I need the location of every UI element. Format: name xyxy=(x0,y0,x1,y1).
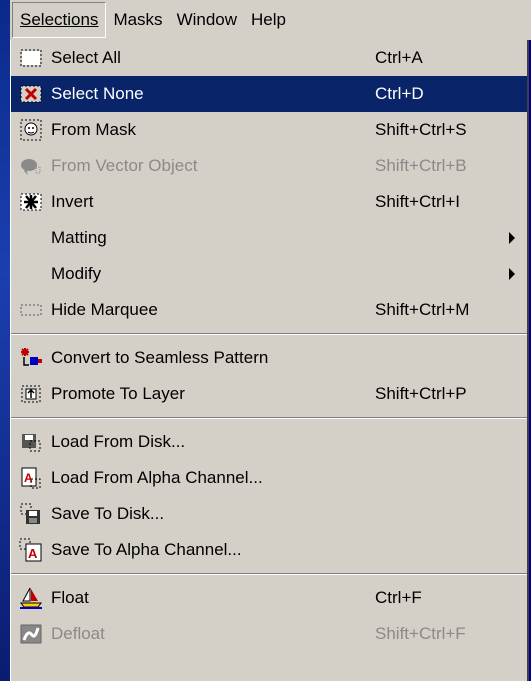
save-to-disk-icon xyxy=(11,496,51,532)
menu-item-label: Convert to Seamless Pattern xyxy=(51,348,269,367)
menu-item-hide-marquee[interactable]: Hide Marquee Shift+Ctrl+M xyxy=(11,292,527,328)
menu-item-label: Load From Disk... xyxy=(51,432,186,451)
menu-item-label: From Mask xyxy=(51,120,136,139)
menu-item-invert[interactable]: Invert Shift+Ctrl+I xyxy=(11,184,527,220)
menu-selections-label: Selections xyxy=(20,10,99,29)
menu-item-matting[interactable]: Matting xyxy=(11,220,527,256)
select-none-icon xyxy=(11,76,51,112)
menu-item-label: Select All xyxy=(51,48,121,67)
menu-item-label: Select None xyxy=(51,84,144,103)
float-icon xyxy=(11,580,51,616)
menu-window[interactable]: Window xyxy=(170,2,244,38)
menu-window-label: Window xyxy=(176,10,238,29)
menu-item-label: Defloat xyxy=(51,624,105,643)
from-vector-object-icon xyxy=(11,148,51,184)
menu-masks[interactable]: Masks xyxy=(106,2,169,38)
menu-item-label: Promote To Layer xyxy=(51,384,185,403)
menu-item-label: Hide Marquee xyxy=(51,300,158,319)
menu-item-select-all[interactable]: Select All Ctrl+A xyxy=(11,40,527,76)
menu-help-label: Help xyxy=(251,10,286,29)
menu-item-float[interactable]: Float Ctrl+F xyxy=(11,580,527,616)
menu-item-label: Modify xyxy=(51,264,102,283)
menu-help[interactable]: Help xyxy=(244,2,293,38)
menu-item-label: From Vector Object xyxy=(51,156,198,175)
menu-item-save-to-alpha-channel[interactable]: A Save To Alpha Channel... xyxy=(11,532,527,568)
svg-text:A: A xyxy=(24,471,33,485)
hide-marquee-icon xyxy=(11,292,51,328)
promote-to-layer-icon xyxy=(11,376,51,412)
menu-item-load-from-disk[interactable]: Load From Disk... xyxy=(11,424,527,460)
menu-item-label: Float xyxy=(51,588,89,607)
submenu-arrow-icon xyxy=(509,232,515,244)
from-mask-icon xyxy=(11,112,51,148)
menu-item-modify[interactable]: Modify xyxy=(11,256,527,292)
select-all-icon xyxy=(11,40,51,76)
load-alpha-icon: A xyxy=(11,460,51,496)
menu-item-load-from-alpha-channel[interactable]: A Load From Alpha Channel... xyxy=(11,460,527,496)
menu-item-shortcut: Ctrl+D xyxy=(375,84,424,103)
menu-selections[interactable]: Selections xyxy=(12,2,107,38)
menu-item-label: Load From Alpha Channel... xyxy=(51,468,263,487)
menu-separator xyxy=(11,568,527,580)
menu-item-select-none[interactable]: Select None Ctrl+D xyxy=(11,76,527,112)
menu-item-shortcut: Shift+Ctrl+B xyxy=(375,156,467,175)
menu-separator xyxy=(11,412,527,424)
svg-text:A: A xyxy=(28,546,38,561)
menu-item-shortcut: Ctrl+A xyxy=(375,48,423,67)
load-from-disk-icon xyxy=(11,424,51,460)
menu-item-label: Invert xyxy=(51,192,94,211)
seamless-pattern-icon xyxy=(11,340,51,376)
menu-item-label: Save To Alpha Channel... xyxy=(51,540,242,559)
menu-bar: Selections Masks Window Help xyxy=(10,0,531,40)
menu-item-promote-to-layer[interactable]: Promote To Layer Shift+Ctrl+P xyxy=(11,376,527,412)
menu-item-label: Matting xyxy=(51,228,107,247)
app-background xyxy=(0,0,10,681)
menu-item-from-vector-object[interactable]: From Vector Object Shift+Ctrl+B xyxy=(11,148,527,184)
menu-masks-label: Masks xyxy=(113,10,163,29)
menu-item-label: Save To Disk... xyxy=(51,504,165,523)
menu-item-shortcut: Shift+Ctrl+S xyxy=(375,120,467,139)
submenu-arrow-icon xyxy=(509,268,515,280)
menu-item-shortcut: Shift+Ctrl+M xyxy=(375,300,470,319)
defloat-icon xyxy=(11,616,51,652)
menu-item-defloat[interactable]: Defloat Shift+Ctrl+F xyxy=(11,616,527,652)
invert-icon xyxy=(11,184,51,220)
menu-item-shortcut: Shift+Ctrl+F xyxy=(375,624,466,643)
selections-dropdown-menu: Select All Ctrl+A Select None Ctrl+D Fro… xyxy=(10,40,529,681)
menu-item-shortcut: Shift+Ctrl+P xyxy=(375,384,467,403)
save-alpha-icon: A xyxy=(11,532,51,568)
menu-separator xyxy=(11,328,527,340)
menu-item-shortcut: Shift+Ctrl+I xyxy=(375,192,461,211)
menu-item-from-mask[interactable]: From Mask Shift+Ctrl+S xyxy=(11,112,527,148)
menu-item-shortcut: Ctrl+F xyxy=(375,588,422,607)
menu-item-save-to-disk[interactable]: Save To Disk... xyxy=(11,496,527,532)
menu-item-convert-seamless-pattern[interactable]: Convert to Seamless Pattern xyxy=(11,340,527,376)
